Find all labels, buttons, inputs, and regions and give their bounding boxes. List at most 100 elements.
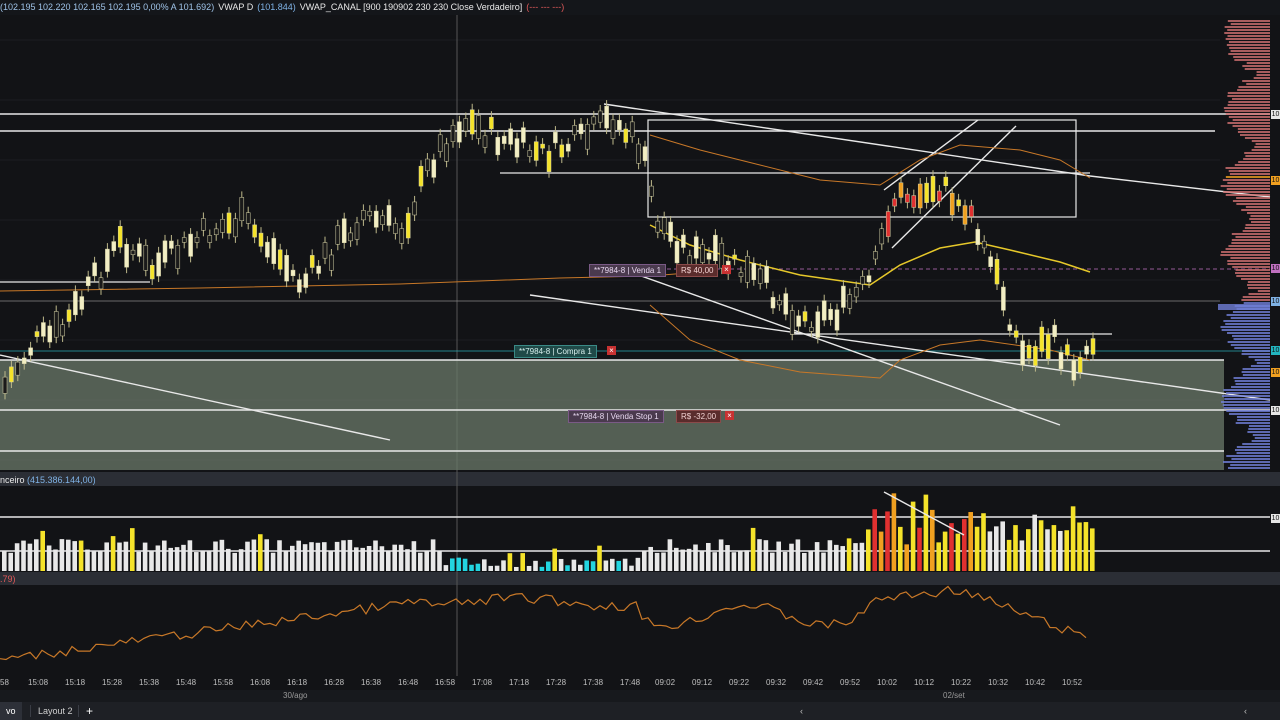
volume-bar — [667, 539, 673, 571]
rectangle-drawing — [647, 119, 1077, 218]
volume-profile-bar — [1238, 86, 1270, 88]
volume-bar — [219, 539, 225, 571]
volume-profile-bar — [1224, 398, 1270, 400]
volume-profile-bar — [1233, 338, 1270, 340]
candle — [885, 211, 891, 237]
candle — [53, 311, 59, 338]
close-icon[interactable]: × — [607, 346, 616, 355]
scroll-left-button[interactable]: ‹ — [800, 702, 803, 720]
volume-profile-bar — [1248, 428, 1270, 430]
volume-profile-bar — [1242, 350, 1270, 352]
volume-bar — [373, 540, 378, 571]
volume-profile-bar — [1228, 413, 1270, 415]
candle — [988, 256, 993, 267]
candle — [853, 287, 859, 298]
candle — [1077, 357, 1083, 373]
volume-profile-bar — [1230, 344, 1270, 346]
volume-bar — [558, 558, 564, 571]
candle — [143, 244, 149, 271]
candle — [418, 165, 424, 187]
candle — [73, 291, 78, 316]
volume-bar — [859, 542, 865, 571]
volume-profile-bar — [1227, 467, 1270, 469]
volume-bar — [1045, 529, 1050, 571]
volume-profile-bar — [1244, 227, 1270, 229]
volume-bar — [565, 565, 570, 571]
candle — [1090, 338, 1096, 355]
candle — [578, 123, 584, 134]
volume-profile-bar — [1234, 449, 1270, 451]
candle — [815, 311, 821, 338]
volume-bar — [610, 558, 615, 571]
volume-profile-bar — [1232, 266, 1270, 268]
time-label: 17:08 — [472, 678, 493, 687]
volume-bar — [206, 551, 212, 571]
volume-bar — [507, 553, 513, 571]
volume-profile-bar — [1248, 293, 1270, 295]
volume-profile-bar — [1229, 173, 1270, 175]
price-tag: 10 — [1271, 264, 1280, 273]
candle — [591, 116, 597, 125]
candle — [297, 279, 302, 293]
trading-chart[interactable] — [0, 0, 1280, 676]
candle — [981, 240, 987, 249]
candle — [943, 176, 949, 186]
volume-profile-bar — [1247, 287, 1270, 289]
time-label: 16:18 — [287, 678, 308, 687]
volume-profile-bar — [1245, 224, 1270, 226]
candle — [975, 229, 981, 245]
volume-bar — [834, 544, 839, 571]
order-stop-label[interactable]: **7984-8 | Venda Stop 1 — [568, 410, 664, 423]
order-stop-pnl: R$ -32,00 — [676, 410, 722, 423]
volume-profile-bar — [1237, 419, 1270, 421]
volume-bar — [840, 546, 845, 571]
volume-profile-bar — [1246, 83, 1270, 85]
volume-profile-bar — [1232, 98, 1270, 100]
order-buy-label[interactable]: **7984-8 | Compra 1 — [514, 345, 597, 358]
volume-bar — [1083, 522, 1089, 571]
close-icon[interactable]: × — [722, 265, 731, 274]
close-icon[interactable]: × — [725, 411, 734, 420]
volume-bar — [757, 539, 762, 571]
tab-separator — [30, 705, 31, 717]
volume-bar — [1070, 506, 1076, 571]
volume-bar — [866, 529, 871, 571]
date-label: 30/ago — [283, 691, 308, 700]
candle — [201, 218, 206, 231]
candle — [706, 252, 712, 260]
candle — [501, 135, 507, 144]
volume-bar — [456, 557, 461, 571]
volume-bar — [1026, 529, 1031, 571]
volume-profile-bar — [1227, 263, 1270, 265]
volume-bar — [731, 552, 737, 571]
volume-profile-bar — [1241, 299, 1270, 301]
volume-bar — [430, 539, 436, 571]
tab-layout-1[interactable]: vo — [0, 702, 22, 720]
order-sell-pnl: R$ 40,00 — [676, 264, 719, 277]
add-tab-button[interactable]: + — [86, 702, 93, 720]
volume-profile-bar — [1244, 152, 1270, 154]
volume-bar — [85, 549, 90, 571]
volume-profile-bar — [1230, 23, 1270, 25]
time-axis[interactable]: 58 15:08 15:18 15:28 15:38 15:48 15:58 16:08 16:… — [0, 676, 1280, 690]
volume-bar — [1000, 521, 1005, 571]
volume-profile-bar — [1224, 110, 1270, 112]
volume-profile-bar — [1228, 116, 1270, 118]
candle — [604, 105, 609, 129]
candle — [130, 249, 136, 255]
volume-profile-bar — [1236, 416, 1270, 418]
volume-bar — [162, 540, 167, 571]
tab-layout-2[interactable]: Layout 2 — [32, 702, 79, 720]
volume-bar — [443, 565, 449, 571]
volume-bar — [98, 550, 103, 571]
order-sell-label[interactable]: **7984-8 | Venda 1 — [589, 264, 667, 277]
candle — [386, 205, 392, 226]
volume-bar — [264, 539, 269, 571]
candle — [431, 159, 437, 178]
volume-profile-bar — [1236, 197, 1270, 199]
volume-bar — [955, 533, 961, 571]
scroll-left-button[interactable]: ‹ — [1244, 702, 1247, 720]
volume-profile-bar — [1221, 329, 1270, 331]
volume-profile-bar — [1252, 434, 1270, 436]
volume-profile-bar — [1226, 410, 1270, 412]
